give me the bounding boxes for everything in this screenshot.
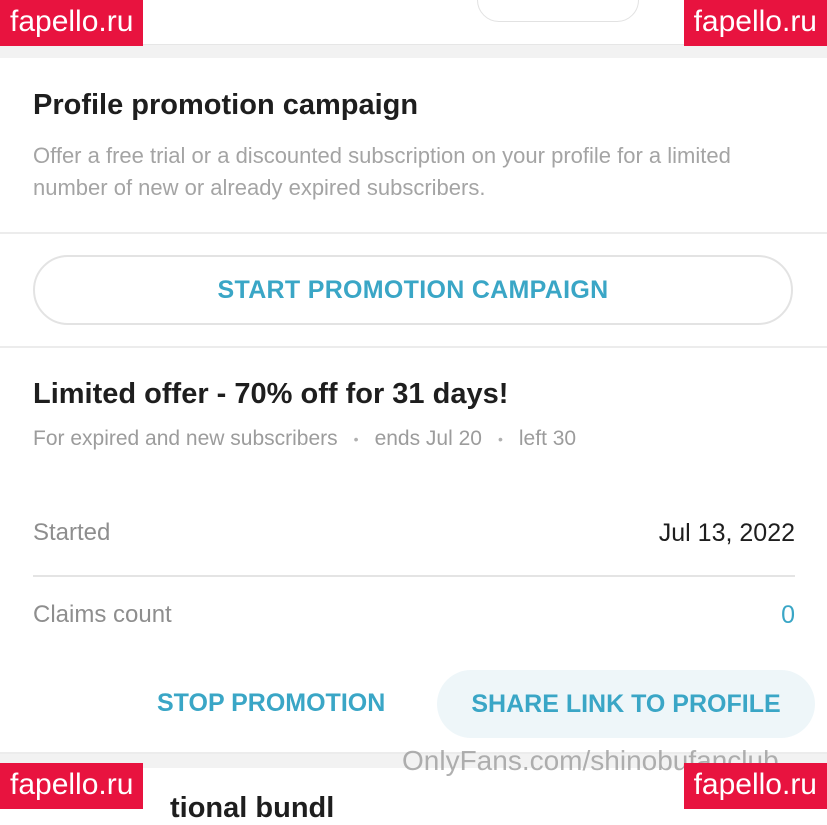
offer-meta: For expired and new subscribers • ends J… bbox=[33, 427, 576, 451]
share-link-to-profile-button[interactable]: SHARE LINK TO PROFILE bbox=[437, 670, 815, 738]
started-value: Jul 13, 2022 bbox=[658, 519, 795, 547]
row-divider bbox=[33, 575, 795, 577]
offer-end-date: ends Jul 20 bbox=[374, 427, 482, 450]
promotion-campaign-description: Offer a free trial or a discounted subsc… bbox=[33, 143, 731, 200]
claims-count-value[interactable]: 0 bbox=[781, 601, 795, 630]
claims-count-label: Claims count bbox=[33, 601, 172, 628]
fapello-badge-bottom-left: fapello.ru bbox=[0, 763, 144, 809]
fapello-badge-top-right: fapello.ru bbox=[683, 0, 827, 46]
stop-promotion-button[interactable]: STOP PROMOTION bbox=[157, 689, 385, 718]
fapello-badge-bottom-right: fapello.ru bbox=[683, 763, 827, 809]
top-partial-button[interactable] bbox=[477, 0, 639, 22]
section-gap bbox=[0, 45, 827, 58]
divider bbox=[0, 346, 827, 348]
meta-separator: • bbox=[497, 431, 503, 447]
started-label: Started bbox=[33, 519, 111, 546]
meta-separator: • bbox=[353, 431, 359, 447]
divider bbox=[0, 232, 827, 234]
offer-title: Limited offer - 70% off for 31 days! bbox=[33, 378, 509, 410]
offer-remaining: left 30 bbox=[518, 427, 577, 450]
fapello-badge-top-left: fapello.ru bbox=[0, 0, 144, 46]
start-promotion-campaign-button[interactable]: START PROMOTION CAMPAIGN bbox=[33, 255, 793, 325]
promotion-campaign-title: Profile promotion campaign bbox=[33, 89, 419, 121]
offer-audience: For expired and new subscribers bbox=[33, 427, 338, 450]
